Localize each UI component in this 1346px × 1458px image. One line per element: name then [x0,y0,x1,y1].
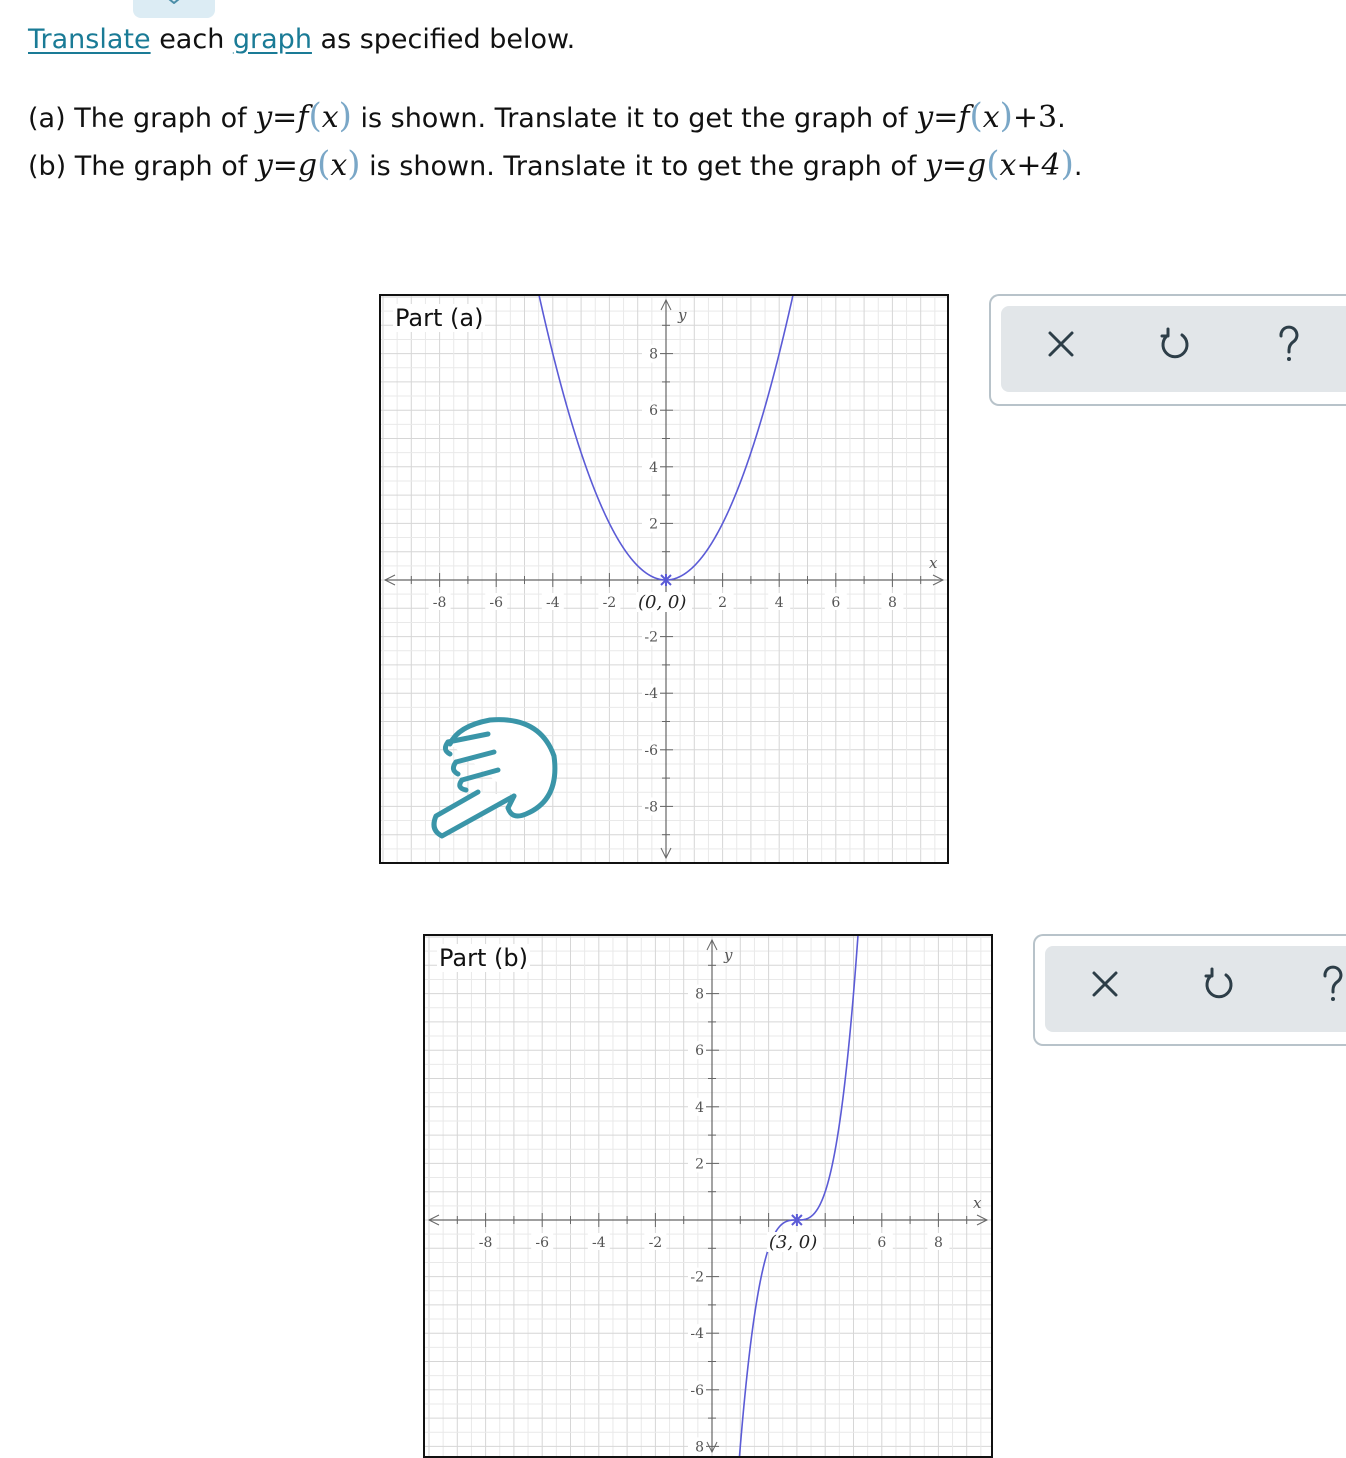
close-icon [1048,331,1074,357]
x-axis-label: x [929,554,938,572]
instructions: Translate each graph as specified below. [28,22,575,58]
chevron-down-icon [168,0,180,4]
part-label: Part (b) [437,944,530,972]
y-tick-label: -2 [690,1270,704,1286]
point-label: (3, 0) [769,1232,817,1253]
problem-b: (b) The graph of y=g(x) is shown. Transl… [28,144,1083,184]
y-tick-label: 6 [695,1043,704,1059]
x-tick-label: 6 [831,595,840,611]
problem-a-text: is shown. Translate it to get the graph … [351,103,917,134]
y-axis-label: y [677,306,687,324]
y-tick-label: 2 [695,1156,704,1172]
help-button[interactable] [1309,960,1346,1008]
y-tick-label: 6 [649,403,658,419]
hand-pointer-icon [431,717,558,839]
y-tick-label: -6 [644,743,658,759]
y-tick-label: 8 [695,1439,704,1455]
y-tick-label: -4 [690,1326,704,1342]
y-tick-label: 2 [649,516,658,532]
x-tick-label: -4 [592,1235,606,1251]
math-argument: x [330,148,348,183]
undo-button[interactable] [1151,320,1199,368]
problem-b-end: . [1073,151,1083,182]
undo-button[interactable] [1195,960,1243,1008]
math-function: y=g [924,148,987,183]
y-tick-label: 8 [649,347,658,363]
help-icon [1323,965,1343,1001]
instructions-text-end: as specified below. [311,24,576,55]
x-tick-label: 8 [888,595,897,611]
help-icon [1279,325,1299,361]
x-tick-label: -6 [535,1235,549,1251]
math-shift: +3 [1012,100,1058,135]
x-tick-label: -2 [603,595,617,611]
math-argument: x [982,100,1000,135]
graph-link[interactable]: graph [233,24,312,55]
y-axis-label: y [723,946,733,964]
graph-canvas[interactable]: -8 -6 -4 -2 6 8 8 6 4 2 -2 -4 -6 8 x y (3, 0) [425,936,991,1456]
x-tick-label: -4 [546,595,560,611]
x-tick-label: -8 [433,595,447,611]
graph-toolbox-a [989,294,1346,406]
clear-button[interactable] [1037,320,1085,368]
y-tick-label: 8 [695,987,704,1003]
undo-icon [1204,967,1233,999]
point-label: (0, 0) [638,592,686,613]
problem-b-prefix: (b) The graph of [28,151,256,182]
x-axis-label: x [973,1194,982,1212]
x-tick-label: 4 [775,595,784,611]
help-button[interactable] [1265,320,1313,368]
math-argument: x+4 [999,148,1061,183]
collapse-tab[interactable] [133,0,215,18]
close-icon [1092,971,1118,997]
y-tick-label: -6 [690,1383,704,1399]
graph-part-b[interactable]: -8 -6 -4 -2 6 8 8 6 4 2 -2 -4 -6 8 x y (3, 0) Part (b) [423,934,993,1458]
math-function: y=g [255,148,318,183]
x-tick-label: -6 [489,595,503,611]
problem-b-text: is shown. Translate it to get the graph … [360,151,925,182]
x-tick-label: 6 [877,1235,886,1251]
graph-toolbox-b [1033,934,1346,1046]
y-tick-label: -8 [644,799,658,815]
x-tick-label: -2 [649,1235,663,1251]
problem-a-end: . [1057,103,1066,134]
translate-link[interactable]: Translate [28,24,151,55]
math-argument: x [321,100,339,135]
function-curve [738,936,859,1456]
math-function: y=f [916,100,970,135]
x-tick-label: 8 [934,1235,943,1251]
y-tick-label: 4 [649,460,658,476]
problem-a: (a) The graph of y=f(x) is shown. Transl… [28,96,1066,136]
instructions-text: each [150,24,233,55]
undo-icon [1160,327,1189,359]
math-function: y=f [255,100,309,135]
x-tick-label: 2 [718,595,727,611]
clear-button[interactable] [1081,960,1129,1008]
problem-a-prefix: (a) The graph of [28,103,256,134]
y-tick-label: 4 [695,1100,704,1116]
part-label: Part (a) [393,304,486,332]
y-tick-label: -4 [644,686,658,702]
x-tick-label: -8 [479,1235,493,1251]
y-tick-label: -2 [644,630,658,646]
